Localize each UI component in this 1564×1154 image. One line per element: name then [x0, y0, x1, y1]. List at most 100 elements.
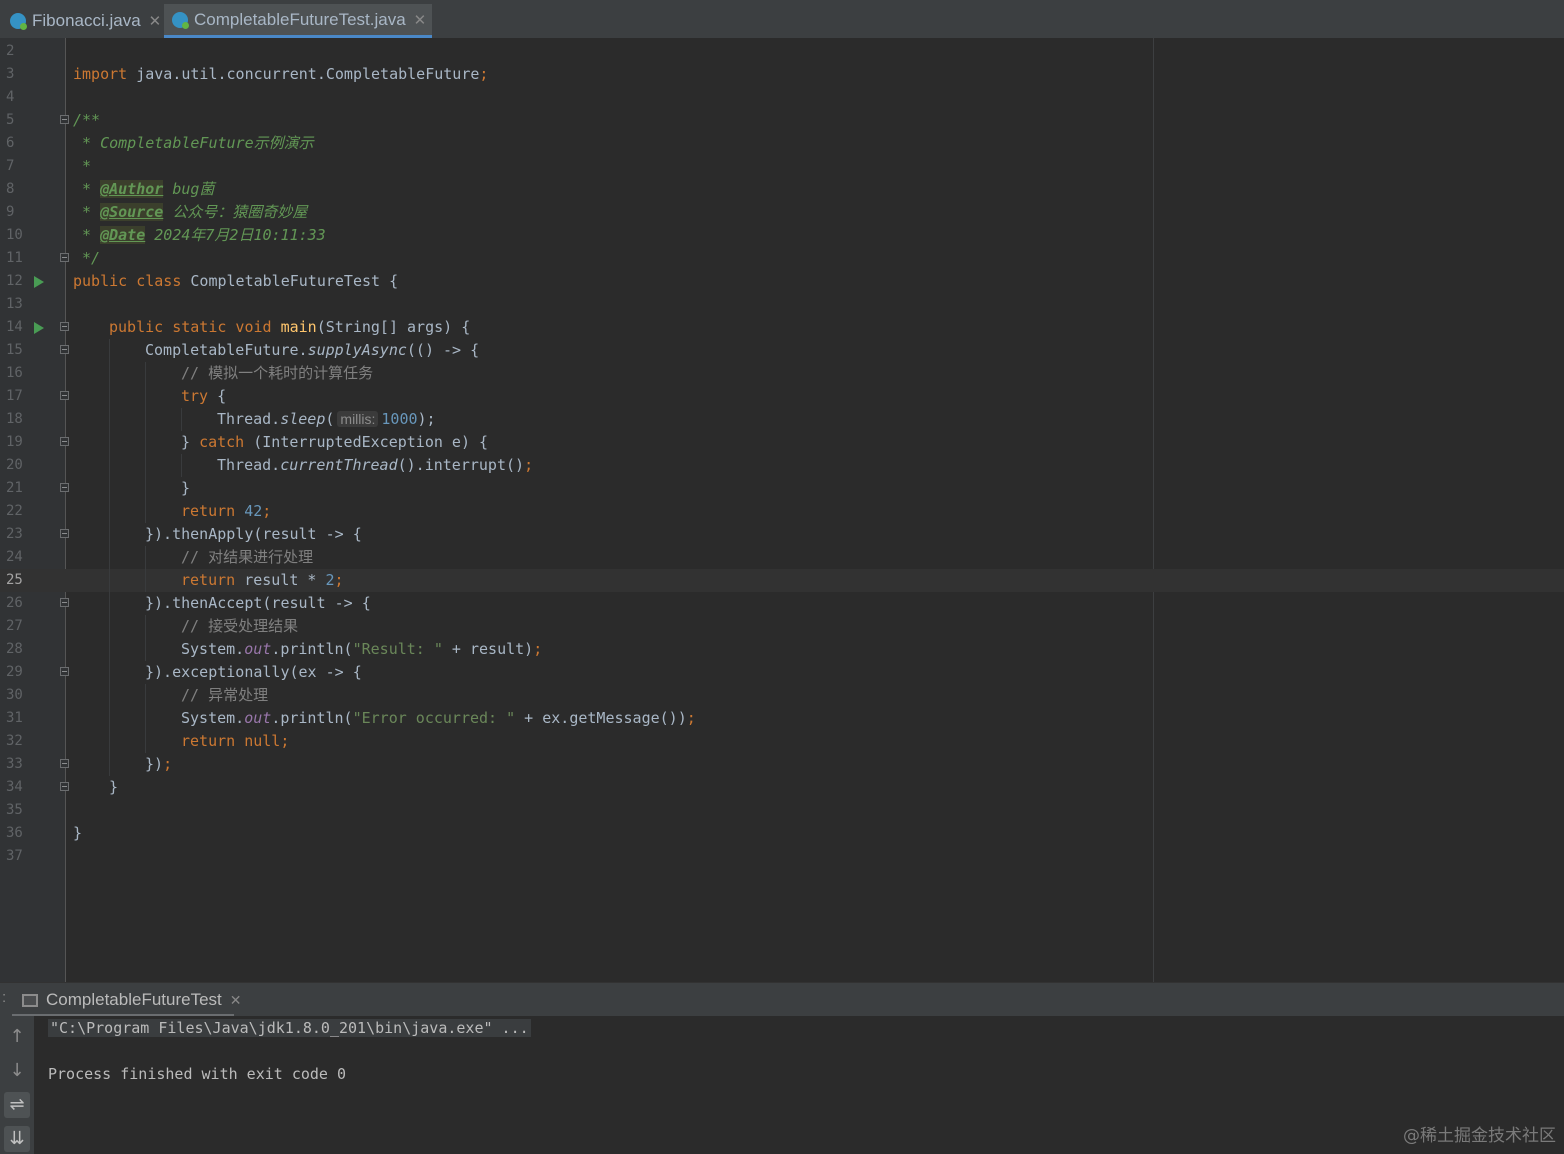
close-icon[interactable]: ✕	[230, 992, 242, 1009]
fold-icon[interactable]	[60, 345, 69, 354]
line-number: 11	[6, 250, 23, 266]
code-text: }).exceptionally(ex -> {	[145, 663, 362, 681]
code-text: });	[145, 755, 173, 773]
code-line: 16 // 模拟一个耗时的计算任务	[0, 362, 1564, 385]
line-number: 20	[6, 457, 23, 473]
fold-icon[interactable]	[60, 391, 69, 400]
tab-fibonacci[interactable]: Fibonacci.java ✕	[2, 4, 162, 38]
soft-wrap-icon[interactable]: ⇌	[4, 1092, 30, 1118]
line-number: 16	[6, 365, 23, 381]
code-text: import java.util.concurrent.CompletableF…	[73, 65, 489, 83]
line-number: 37	[6, 848, 23, 864]
line-number: 21	[6, 480, 23, 496]
line-number: 8	[6, 181, 15, 197]
line-number: 17	[6, 388, 23, 404]
code-text: * @Author bug菌	[73, 180, 215, 198]
code-text: try {	[181, 387, 227, 405]
line-number: 32	[6, 733, 23, 749]
run-icon[interactable]	[34, 322, 44, 334]
fold-icon[interactable]	[60, 253, 69, 262]
code-line: 20 Thread.currentThread().interrupt();	[0, 454, 1564, 477]
line-number: 9	[6, 204, 15, 220]
line-number: 33	[6, 756, 23, 772]
line-number: 4	[6, 89, 15, 105]
parameter-hint: millis:	[337, 411, 379, 427]
code-text: public static void main(String[] args) {	[109, 318, 471, 336]
fold-icon[interactable]	[60, 115, 69, 124]
code-text: Thread.sleep(millis: 1000);	[217, 410, 436, 428]
code-line: 22 return 42;	[0, 500, 1564, 523]
code-text: System.out.println("Error occurred: " + …	[181, 709, 696, 727]
code-lines: 2 3 import java.util.concurrent.Completab…	[0, 40, 1564, 868]
console-toolbar: ↑ ↓ ⇌ ⇊	[0, 1016, 34, 1154]
code-text: // 对结果进行处理	[181, 548, 314, 566]
fold-icon[interactable]	[60, 322, 69, 331]
code-text: * @Date 2024年7月2日10:11:33	[73, 226, 326, 244]
line-number: 23	[6, 526, 23, 542]
code-text: CompletableFuture.supplyAsync(() -> {	[145, 341, 480, 359]
line-number: 28	[6, 641, 23, 657]
code-line: 29 }).exceptionally(ex -> {	[0, 661, 1564, 684]
run-icon[interactable]	[34, 276, 44, 288]
code-line: 26}).thenAccept(result -> {	[0, 592, 1564, 615]
code-line: 30 // 异常处理	[0, 684, 1564, 707]
code-line: 15 CompletableFuture.supplyAsync(() -> {	[0, 339, 1564, 362]
code-line: 37	[0, 845, 1564, 868]
fold-icon[interactable]	[60, 782, 69, 791]
run-tab[interactable]: CompletableFutureTest ✕	[22, 983, 242, 1017]
code-line: 8 * @Author bug菌	[0, 178, 1564, 201]
arrow-down-icon[interactable]: ↓	[4, 1058, 30, 1084]
code-text: // 异常处理	[181, 686, 269, 704]
code-text: }	[181, 479, 191, 497]
code-editor[interactable]: 2 3 import java.util.concurrent.Completab…	[0, 38, 1564, 982]
code-line: 11 */	[0, 247, 1564, 270]
code-line: 21}	[0, 477, 1564, 500]
arrow-up-icon[interactable]: ↑	[4, 1024, 30, 1050]
line-number: 15	[6, 342, 23, 358]
line-number: 29	[6, 664, 23, 680]
code-line: 2	[0, 40, 1564, 63]
code-text: System.out.println("Result: " + result);	[181, 640, 543, 658]
code-line: 9 * @Source 公众号：猿圈奇妙屋	[0, 201, 1564, 224]
code-text: return null;	[181, 732, 290, 750]
code-line: 27 // 接受处理结果	[0, 615, 1564, 638]
tab-completablefuturetest[interactable]: CompletableFutureTest.java ✕	[164, 4, 432, 38]
code-text: return result * 2;	[181, 571, 344, 589]
code-line: 24 // 对结果进行处理	[0, 546, 1564, 569]
line-number: 14	[6, 319, 23, 335]
fold-icon[interactable]	[60, 667, 69, 676]
console-command-line: "C:\Program Files\Java\jdk1.8.0_201\bin\…	[48, 1019, 531, 1037]
close-icon[interactable]: ✕	[149, 12, 162, 30]
code-text: }	[109, 778, 119, 796]
line-number: 10	[6, 227, 23, 243]
fold-icon[interactable]	[60, 759, 69, 768]
code-line: 7 *	[0, 155, 1564, 178]
line-number: 3	[6, 66, 15, 82]
code-line: 3 import java.util.concurrent.Completable…	[0, 63, 1564, 86]
fold-icon[interactable]	[60, 529, 69, 538]
code-text: /**	[73, 111, 101, 129]
fold-icon[interactable]	[60, 483, 69, 492]
line-number: 30	[6, 687, 23, 703]
code-line-current: 25 return result * 2;	[0, 569, 1564, 592]
code-text: * CompletableFuture示例演示	[73, 134, 314, 152]
code-line: 4	[0, 86, 1564, 109]
fold-icon[interactable]	[60, 598, 69, 607]
code-line: 17 try {	[0, 385, 1564, 408]
editor-tab-bar: Fibonacci.java ✕ CompletableFutureTest.j…	[0, 0, 1564, 39]
line-number: 24	[6, 549, 23, 565]
code-text: }).thenApply(result -> {	[145, 525, 362, 543]
scroll-to-end-icon[interactable]: ⇊	[4, 1126, 30, 1152]
console-icon	[22, 993, 38, 1007]
code-line: 6 * CompletableFuture示例演示	[0, 132, 1564, 155]
line-number: 12	[6, 273, 23, 289]
line-number: 31	[6, 710, 23, 726]
line-number: 22	[6, 503, 23, 519]
code-line: 5 /**	[0, 109, 1564, 132]
run-console[interactable]: ↑ ↓ ⇌ ⇊ "C:\Program Files\Java\jdk1.8.0_…	[0, 1016, 1564, 1154]
code-line: 33});	[0, 753, 1564, 776]
close-icon[interactable]: ✕	[414, 11, 427, 29]
code-line: 23 }).thenApply(result -> {	[0, 523, 1564, 546]
code-line: 31 System.out.println("Error occurred: " …	[0, 707, 1564, 730]
fold-icon[interactable]	[60, 437, 69, 446]
